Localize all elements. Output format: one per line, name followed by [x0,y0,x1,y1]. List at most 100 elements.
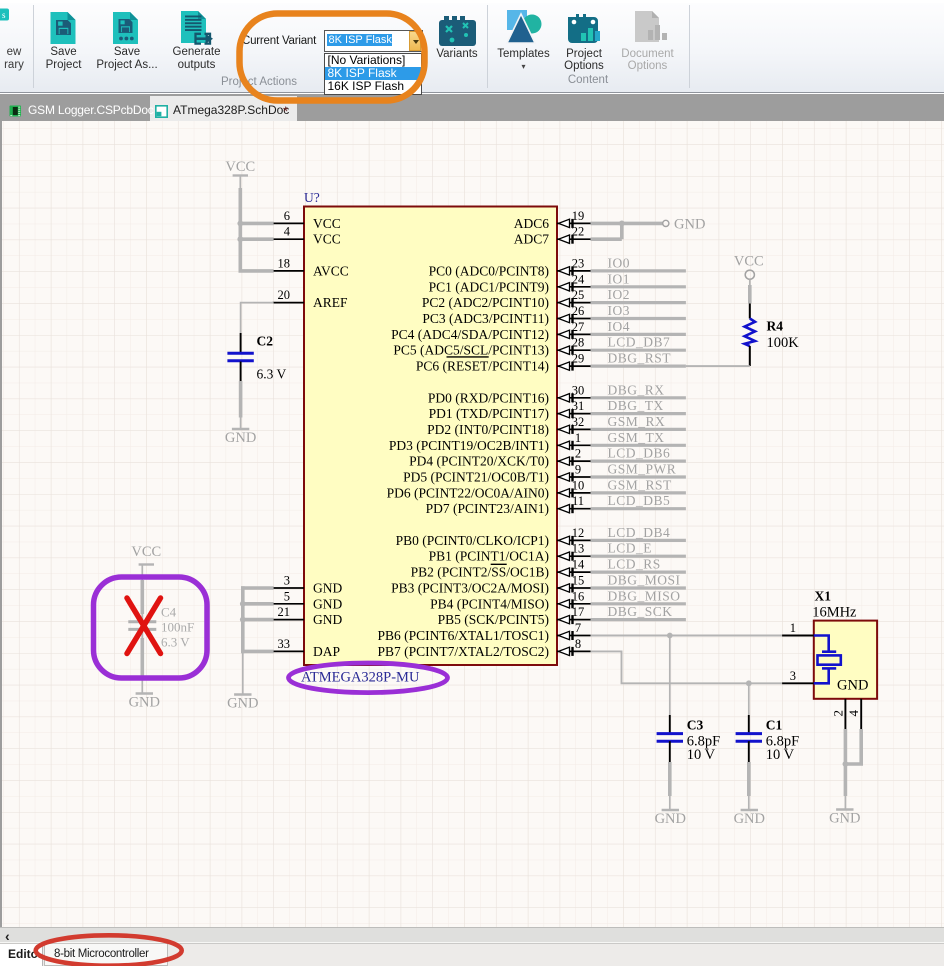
svg-text:PB5 (SCK/PCINT5): PB5 (SCK/PCINT5) [438,612,549,627]
svg-text:31: 31 [572,399,585,413]
svg-text:3: 3 [284,574,290,588]
svg-text:GND: GND [313,612,342,627]
svg-text:LCD_DB5: LCD_DB5 [608,493,671,508]
svg-text:15: 15 [572,574,585,588]
svg-text:10 V: 10 V [766,747,795,763]
svg-text:PB3 (PCINT3/OC2A/MOSI): PB3 (PCINT3/OC2A/MOSI) [391,581,549,596]
svg-text:24: 24 [572,272,585,286]
svg-text:LCD_DB6: LCD_DB6 [608,446,671,461]
svg-text:GND: GND [129,695,160,711]
svg-text:GND: GND [829,811,860,827]
svg-text:1: 1 [790,621,796,635]
svg-text:ADC7: ADC7 [514,232,550,247]
svg-text:27: 27 [572,320,585,334]
svg-text:GND: GND [313,581,342,596]
svg-text:25: 25 [572,288,585,302]
svg-text:21: 21 [278,605,291,619]
svg-text:VCC: VCC [313,232,341,247]
svg-text:PC3 (ADC3/PCINT11): PC3 (ADC3/PCINT11) [422,311,549,326]
svg-text:23: 23 [572,256,585,270]
svg-text:C4: C4 [161,605,177,620]
svg-text:16: 16 [572,589,585,603]
svg-text:DBG_MOSI: DBG_MOSI [608,573,681,588]
svg-text:13: 13 [572,542,585,556]
svg-text:22: 22 [572,225,585,239]
svg-text:C1: C1 [766,718,783,733]
svg-text:12: 12 [572,526,585,540]
svg-text:LCD_DB4: LCD_DB4 [608,525,671,540]
svg-text:PD5 (PCINT21/OC0B/T1): PD5 (PCINT21/OC0B/T1) [403,470,549,485]
svg-text:DBG_SCK: DBG_SCK [608,604,673,619]
svg-text:VCC: VCC [313,216,341,231]
svg-text:ADC6: ADC6 [514,216,550,231]
svg-text:LCD_DB7: LCD_DB7 [608,335,671,350]
svg-text:PD4 (PCINT20/XCK/T0): PD4 (PCINT20/XCK/T0) [409,454,549,469]
svg-text:2: 2 [830,710,845,717]
svg-text:IO4: IO4 [608,319,631,334]
svg-text:PC2 (ADC2/PCINT10): PC2 (ADC2/PCINT10) [422,295,549,310]
svg-text:PD3 (PCINT19/OC2B/INT1): PD3 (PCINT19/OC2B/INT1) [389,438,549,453]
svg-text:4: 4 [846,710,861,717]
svg-text:PB2 (PCINT2/SS/OC1B): PB2 (PCINT2/SS/OC1B) [411,565,549,580]
svg-text:GND: GND [227,696,258,712]
svg-text:C2: C2 [257,334,274,349]
svg-text:19: 19 [572,209,585,223]
svg-text:GSM_RST: GSM_RST [608,477,673,492]
svg-text:GND: GND [837,678,868,694]
svg-text:8: 8 [575,637,581,651]
svg-text:18: 18 [278,256,291,270]
svg-text:GND: GND [225,430,256,446]
svg-text:7: 7 [575,621,581,635]
svg-text:LCD_E: LCD_E [608,541,653,556]
svg-text:33: 33 [278,637,291,651]
svg-text:GND: GND [655,811,686,827]
svg-text:32: 32 [572,415,585,429]
svg-text:DBG_RST: DBG_RST [608,351,672,366]
svg-text:14: 14 [572,558,585,572]
svg-text:VCC: VCC [131,544,161,560]
svg-text:11: 11 [572,494,584,508]
svg-text:GND: GND [734,811,765,827]
svg-text:DBG_MISO: DBG_MISO [608,588,681,603]
svg-text:100nF: 100nF [161,620,194,635]
svg-text:X1: X1 [815,589,832,604]
svg-text:GND: GND [313,596,342,611]
svg-text:U?: U? [304,190,320,205]
svg-text:PC5 (ADC5/SCL/PCINT13): PC5 (ADC5/SCL/PCINT13) [393,343,549,358]
svg-text:20: 20 [278,288,291,302]
svg-text:PC1 (ADC1/PCINT9): PC1 (ADC1/PCINT9) [429,279,549,294]
svg-text:PD6 (PCINT22/OC0A/AIN0): PD6 (PCINT22/OC0A/AIN0) [387,485,549,500]
svg-text:IO3: IO3 [608,303,631,318]
svg-text:26: 26 [572,304,585,318]
svg-text:PC6 (RESET/PCINT14): PC6 (RESET/PCINT14) [416,359,549,374]
svg-text:IO1: IO1 [608,271,631,286]
svg-text:6: 6 [284,209,290,223]
svg-text:5: 5 [284,589,290,603]
svg-text:PD0 (RXD/PCINT16): PD0 (RXD/PCINT16) [428,390,549,405]
svg-text:29: 29 [572,352,585,366]
svg-text:2: 2 [575,447,581,461]
svg-text:VCC: VCC [225,159,255,175]
svg-text:ATMEGA328P-MU: ATMEGA328P-MU [301,670,420,686]
svg-text:6.3 V: 6.3 V [161,635,190,650]
svg-text:AVCC: AVCC [313,263,349,278]
svg-text:R4: R4 [767,319,784,334]
svg-text:GND: GND [674,216,705,232]
svg-text:PC0 (ADC0/PCINT8): PC0 (ADC0/PCINT8) [429,263,549,278]
svg-text:IO0: IO0 [608,255,631,270]
svg-text:9: 9 [575,463,581,477]
svg-text:PD1 (TXD/PCINT17): PD1 (TXD/PCINT17) [429,406,549,421]
svg-text:PD7 (PCINT23/AIN1): PD7 (PCINT23/AIN1) [426,501,549,516]
svg-text:IO2: IO2 [608,287,631,302]
svg-text:3: 3 [790,669,796,683]
svg-text:DBG_RX: DBG_RX [608,382,665,397]
svg-text:C3: C3 [687,718,704,733]
svg-text:GSM_RX: GSM_RX [608,414,666,429]
svg-text:GSM_TX: GSM_TX [608,430,665,445]
svg-text:PC4 (ADC4/SDA/PCINT12): PC4 (ADC4/SDA/PCINT12) [391,327,549,342]
svg-text:GSM_PWR: GSM_PWR [608,462,677,477]
svg-text:DAP: DAP [313,644,340,659]
svg-text:10 V: 10 V [687,747,716,763]
svg-text:6.3 V: 6.3 V [257,367,287,382]
svg-text:s: s [2,10,6,20]
